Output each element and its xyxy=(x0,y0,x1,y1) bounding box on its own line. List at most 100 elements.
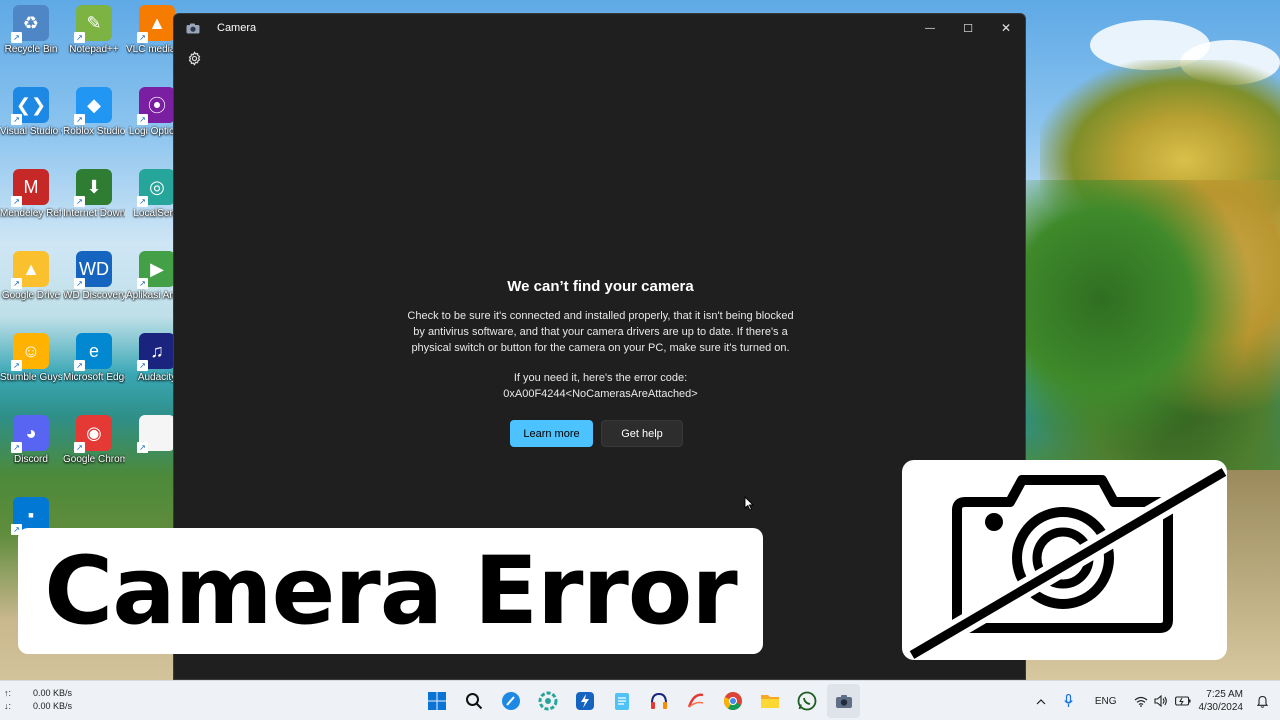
desktop-icon[interactable]: eMicrosoft Edge xyxy=(63,333,125,384)
desktop-icon-label: Discord xyxy=(14,454,48,465)
network-speed-widget: ↑: 0.00 KB/s ↓: 0.00 KB/s xyxy=(4,687,72,713)
mendeley-icon: M xyxy=(11,169,49,207)
whatsapp-icon xyxy=(797,691,817,711)
desktop-icon-label: Mendeley Referen... xyxy=(0,208,62,219)
app-pen-icon xyxy=(686,691,706,711)
taskbar-app-app-lightning[interactable] xyxy=(568,684,601,718)
gear-icon[interactable] xyxy=(184,48,204,68)
error-description: Check to be sure it's connected and inst… xyxy=(174,308,1027,356)
vscode-icon: ❮❯ xyxy=(11,87,49,125)
desktop-icon-label: Stumble Guys xyxy=(0,372,62,383)
idm-icon: ⬇ xyxy=(74,169,112,207)
logi-icon: ⦿ xyxy=(137,87,175,125)
error-description-line: physical switch or button for the camera… xyxy=(411,342,790,354)
notification-bell-icon[interactable] xyxy=(1257,695,1268,708)
taskbar-app-app-pen[interactable] xyxy=(679,684,712,718)
desktop-icon[interactable]: ☺Stumble Guys xyxy=(0,333,62,384)
camera-off-icon xyxy=(906,463,1227,660)
headphones-icon xyxy=(649,691,669,711)
battery-icon[interactable] xyxy=(1174,696,1191,706)
app-lightning-icon xyxy=(575,691,595,711)
error-title: We can’t find your camera xyxy=(507,278,694,295)
localsend-icon: ◎ xyxy=(137,169,175,207)
discord-icon: ◕ xyxy=(11,415,49,453)
language-indicator[interactable]: ENG xyxy=(1095,696,1117,707)
vlc-icon: ▲ xyxy=(137,5,175,43)
clock-date: 4/30/2024 xyxy=(1198,702,1244,713)
google-drive-icon: ▲ xyxy=(11,251,49,289)
desktop-icon-label: WD Discovery xyxy=(63,290,125,301)
audacity-icon: ♫ xyxy=(137,333,175,371)
desktop-icon-label: Roblox Studio xyxy=(63,126,125,137)
mouse-cursor-icon xyxy=(744,495,755,516)
recycle-bin-icon: ♻ xyxy=(11,5,49,43)
close-button[interactable]: ✕ xyxy=(987,14,1025,42)
volume-icon[interactable] xyxy=(1153,695,1168,707)
error-code: 0xA00F4244<NoCamerasAreAttached> xyxy=(503,388,698,400)
desktop-icon[interactable]: ◉Google Chrome xyxy=(63,415,125,466)
taskbar-app-app-blue[interactable] xyxy=(494,684,527,718)
camera-icon xyxy=(835,694,853,709)
taskbar-app-notepad[interactable] xyxy=(605,684,638,718)
taskbar-app-whatsapp[interactable] xyxy=(790,684,823,718)
desktop-icon[interactable]: ⬇Internet Downloa... xyxy=(63,169,125,220)
taskbar-app-search[interactable] xyxy=(457,684,490,718)
desktop-icon-label: Google Chrome xyxy=(63,454,125,465)
upload-speed: 0.00 KB/s xyxy=(33,688,73,698)
window-title: Camera xyxy=(217,22,257,34)
chevron-up-icon[interactable] xyxy=(1036,698,1046,705)
desktop-icon-label: Notepad++ xyxy=(69,44,119,55)
wifi-icon[interactable] xyxy=(1134,696,1148,707)
clock[interactable]: 7:25 AM 4/30/2024 xyxy=(1199,688,1244,714)
camera-error-banner: Camera Error xyxy=(18,528,763,654)
desktop-icon-label: Internet Downloa... xyxy=(63,208,125,219)
search-icon xyxy=(465,692,483,710)
camera-off-card xyxy=(902,460,1227,660)
wd-icon: WD xyxy=(74,251,112,289)
get-help-button[interactable]: Get help xyxy=(601,420,683,447)
camera-app-icon xyxy=(186,22,200,34)
app-green-icon xyxy=(538,691,558,711)
taskbar-app-chrome[interactable] xyxy=(716,684,749,718)
desktop-icon[interactable]: ◕Discord xyxy=(0,415,62,466)
desktop-icon[interactable]: MMendeley Referen... xyxy=(0,169,62,220)
taskbar-apps xyxy=(420,681,860,720)
foliage xyxy=(1026,180,1280,480)
error-code-block: If you need it, here's the error code: 0… xyxy=(174,370,1027,402)
system-tray: ENG 7:25 AM 4/30/2024 xyxy=(1030,681,1280,720)
maximize-button[interactable]: ☐ xyxy=(949,14,987,42)
notepadpp-icon: ✎ xyxy=(74,5,112,43)
roblox-studio-icon: ◆ xyxy=(74,87,112,125)
edge-icon: e xyxy=(74,333,112,371)
desktop-icon[interactable]: ❮❯Visual Studio Code xyxy=(0,87,62,138)
taskbar-app-app-green[interactable] xyxy=(531,684,564,718)
app-blue-icon xyxy=(501,691,521,711)
taskbar-app-start[interactable] xyxy=(420,684,453,718)
desktop-icon-label: Visual Studio Code xyxy=(0,126,62,137)
download-arrow: ↓: xyxy=(4,701,12,711)
desktop-icon[interactable]: ▲Google Drive xyxy=(0,251,62,302)
desktop-icon[interactable]: ✎Notepad++ xyxy=(63,5,125,56)
desktop-icon[interactable]: ◆Roblox Studio xyxy=(63,87,125,138)
desktop-icon[interactable]: WDWD Discovery xyxy=(63,251,125,302)
taskbar-app-file-explorer[interactable] xyxy=(753,684,786,718)
play-store-icon: ▶ xyxy=(137,251,175,289)
title-bar[interactable]: Camera — ☐ ✕ xyxy=(174,14,1025,42)
error-description-line: by antivirus software, and that your cam… xyxy=(413,326,788,338)
desktop-icon-label: Microsoft Edge xyxy=(63,372,125,383)
taskbar-app-headphones[interactable] xyxy=(642,684,675,718)
file-icon xyxy=(137,415,175,453)
download-speed: 0.00 KB/s xyxy=(33,701,73,711)
clock-time: 7:25 AM xyxy=(1206,689,1243,700)
error-code-intro: If you need it, here's the error code: xyxy=(513,372,688,384)
desktop-icon[interactable]: ♻Recycle Bin xyxy=(0,5,62,56)
chrome-icon: ◉ xyxy=(74,415,112,453)
file-explorer-icon xyxy=(760,692,780,710)
microphone-icon[interactable] xyxy=(1064,694,1073,708)
chrome-icon xyxy=(723,691,743,711)
taskbar-app-camera[interactable] xyxy=(827,684,860,718)
stumble-guys-icon: ☺ xyxy=(11,333,49,371)
minimize-button[interactable]: — xyxy=(911,14,949,42)
desktop-icon-label: Recycle Bin xyxy=(4,44,58,55)
learn-more-button[interactable]: Learn more xyxy=(510,420,593,447)
